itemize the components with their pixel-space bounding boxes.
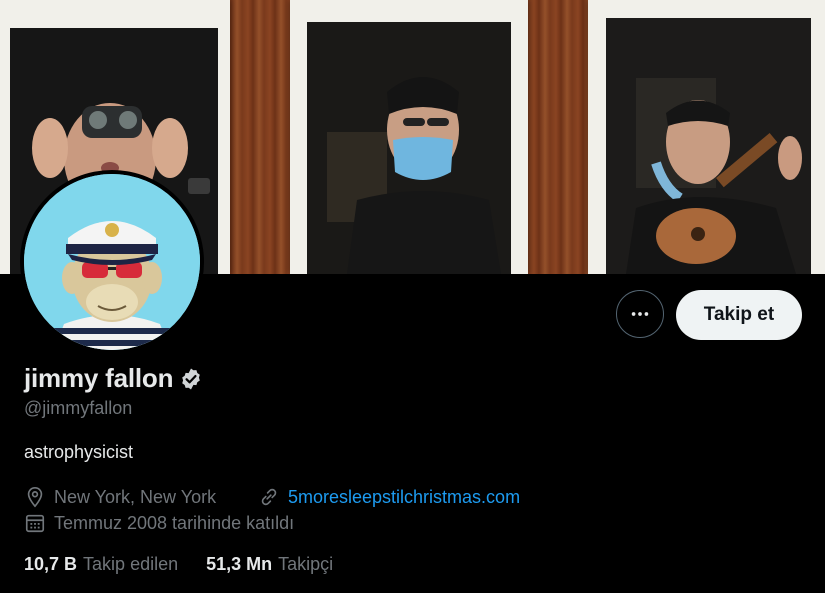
follow-stats: 10,7 B Takip edilen 51,3 Mn Takipçi	[24, 554, 361, 575]
following-count: 10,7 B	[24, 554, 78, 574]
display-name: jimmy fallon	[24, 363, 174, 393]
joined-text: Temmuz 2008 tarihinde katıldı	[54, 512, 295, 533]
follow-button[interactable]: Takip et	[676, 290, 802, 340]
website-link[interactable]: 5moresleepstilchristmas.com	[288, 487, 520, 508]
banner-polaroid-mask	[290, 0, 528, 274]
link-icon	[261, 488, 277, 506]
profile-joined-date: Temmuz 2008 tarihinde katıldı	[24, 512, 294, 534]
profile-website[interactable]: 5moresleepstilchristmas.com	[258, 486, 520, 508]
following-count-link[interactable]: 10,7 B Takip edilen	[24, 554, 178, 575]
profile-bio: astrophysicist	[24, 442, 134, 462]
following-label: Takip edilen	[83, 554, 179, 574]
user-handle: @jimmyfallon	[24, 398, 133, 418]
banner-polaroid-ukulele	[588, 0, 825, 274]
map-pin-icon	[27, 487, 43, 508]
avatar-image	[24, 174, 200, 350]
calendar-icon	[25, 514, 45, 533]
more-options-button[interactable]	[616, 290, 664, 338]
followers-count: 51,3 Mn	[206, 554, 273, 574]
location-text: New York, New York	[54, 486, 217, 507]
profile-location: New York, New York	[24, 486, 216, 508]
profile-name-row: jimmy fallon	[24, 363, 203, 394]
followers-count-link[interactable]: 51,3 Mn Takipçi	[206, 554, 333, 575]
profile-avatar[interactable]	[20, 170, 204, 354]
verified-badge-icon[interactable]	[179, 367, 203, 391]
ellipsis-icon	[631, 312, 649, 316]
followers-label: Takipçi	[278, 554, 334, 574]
